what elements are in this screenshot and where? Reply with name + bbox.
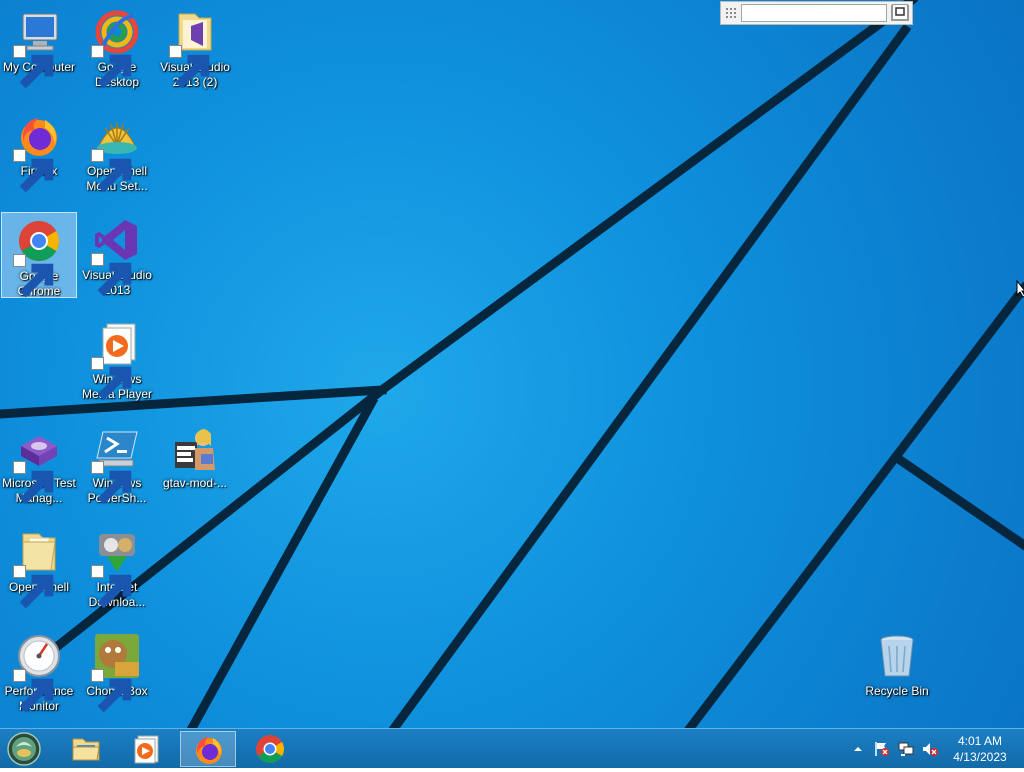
desktop-icon-recycle-bin[interactable]: Recycle Bin [859,628,935,728]
icon-label: Recycle Bin [865,684,929,698]
shortcut-arrow-icon [91,565,132,609]
desktop-icon-visual-studio-2013[interactable]: Visual Studio 2013 [79,212,155,312]
desktop-icon-open-shell[interactable]: Open-Shell [1,524,77,624]
folder-icon [72,738,100,761]
media-player-icon [134,735,159,764]
shortcut-arrow-icon [91,253,132,297]
taskbar-firefox[interactable] [180,731,236,767]
shortcut-arrow-icon [13,45,54,89]
clock-time: 4:01 AM [957,734,1003,748]
shortcut-arrow-icon [91,149,132,193]
shortcut-arrow-icon [13,254,54,298]
taskbar-file-explorer[interactable] [58,731,114,767]
toolbar-address-input[interactable] [741,4,887,22]
desktop-icon-my-computer[interactable]: My Computer [1,4,77,104]
tray-volume[interactable] [922,741,938,757]
gta-game-icon [175,429,215,470]
shortcut-arrow-icon [91,45,132,89]
tray-action-center[interactable] [874,741,890,757]
shortcut-arrow-icon [13,461,54,505]
desktop-icon-performance-monitor[interactable]: Performance Monitor [1,628,77,728]
desktop-icon-gtav-mod[interactable]: gtav-mod-... [157,420,233,520]
taskbar-chrome[interactable] [242,731,298,767]
desktop-icon-windows-media-player[interactable]: Windows Media Player [79,316,155,416]
desktop-icon-firefox[interactable]: Firefox [1,108,77,208]
network-icon [898,742,914,756]
icon-label: gtav-mod-... [162,476,228,490]
recycle-bin-icon [880,635,914,677]
start-button[interactable] [6,731,46,767]
desktop[interactable]: My Computer Google Desktop Visual Studio… [0,0,1024,768]
chrome-icon [256,735,284,763]
mouse-cursor-icon [1016,280,1024,298]
shortcut-arrow-icon [91,461,132,505]
taskbar-clock[interactable]: 4:01 AM 4/13/2023 [944,733,1016,765]
desktop-icon-google-desktop[interactable]: Google Desktop [79,4,155,104]
firefox-icon [196,737,222,764]
tray-network[interactable] [898,741,914,757]
show-hidden-icons-button[interactable] [850,741,866,757]
flag-error-icon [875,742,889,756]
shortcut-arrow-icon [13,669,54,713]
desktop-icon-google-chrome[interactable]: Google Chrome [1,212,77,298]
chevron-up-icon [854,747,862,751]
desktop-icon-open-shell-menu-settings[interactable]: Open-Shell Menu Set... [79,108,155,208]
shortcut-arrow-icon [91,357,132,401]
clock-date: 4/13/2023 [953,750,1007,764]
shortcut-arrow-icon [13,149,54,193]
maximize-icon[interactable] [892,4,908,20]
desktop-icon-windows-powershell[interactable]: Windows PowerSh... [79,420,155,520]
desktop-icon-internet-download-manager[interactable]: Internet Downloa... [79,524,155,624]
drag-grip-icon[interactable] [725,7,737,19]
speaker-muted-icon [923,743,938,756]
desktop-icon-visual-studio-2013-2[interactable]: Visual Studio 2013 (2) [157,4,233,104]
shortcut-arrow-icon [91,669,132,713]
taskbar[interactable]: 4:01 AM 4/13/2023 [0,728,1024,768]
start-orb-icon [7,732,41,766]
shortcut-arrow-icon [169,45,210,89]
shortcut-arrow-icon [13,565,54,609]
desktop-icon-chomikbox[interactable]: ChomikBox [79,628,155,728]
taskbar-media-player[interactable] [118,731,174,767]
desktop-toolbar[interactable] [720,1,913,25]
desktop-icon-microsoft-test-manager[interactable]: Microsoft Test Manag... [1,420,77,520]
